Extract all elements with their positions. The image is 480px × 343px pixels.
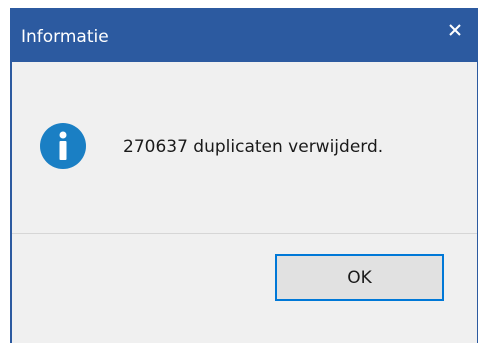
info-icon — [40, 123, 86, 169]
ok-button[interactable]: OK — [275, 254, 444, 301]
close-icon — [449, 24, 461, 36]
dialog-message: 270637 duplicaten verwijderd. — [123, 137, 384, 157]
close-button[interactable] — [433, 9, 477, 51]
dialog-title: Informatie — [21, 27, 109, 47]
information-dialog: Informatie 270637 duplicaten verwijderd.… — [10, 8, 478, 343]
title-bar[interactable]: Informatie — [12, 9, 477, 62]
button-area-divider — [12, 233, 477, 234]
dialog-content: 270637 duplicaten verwijderd. — [12, 62, 477, 233]
